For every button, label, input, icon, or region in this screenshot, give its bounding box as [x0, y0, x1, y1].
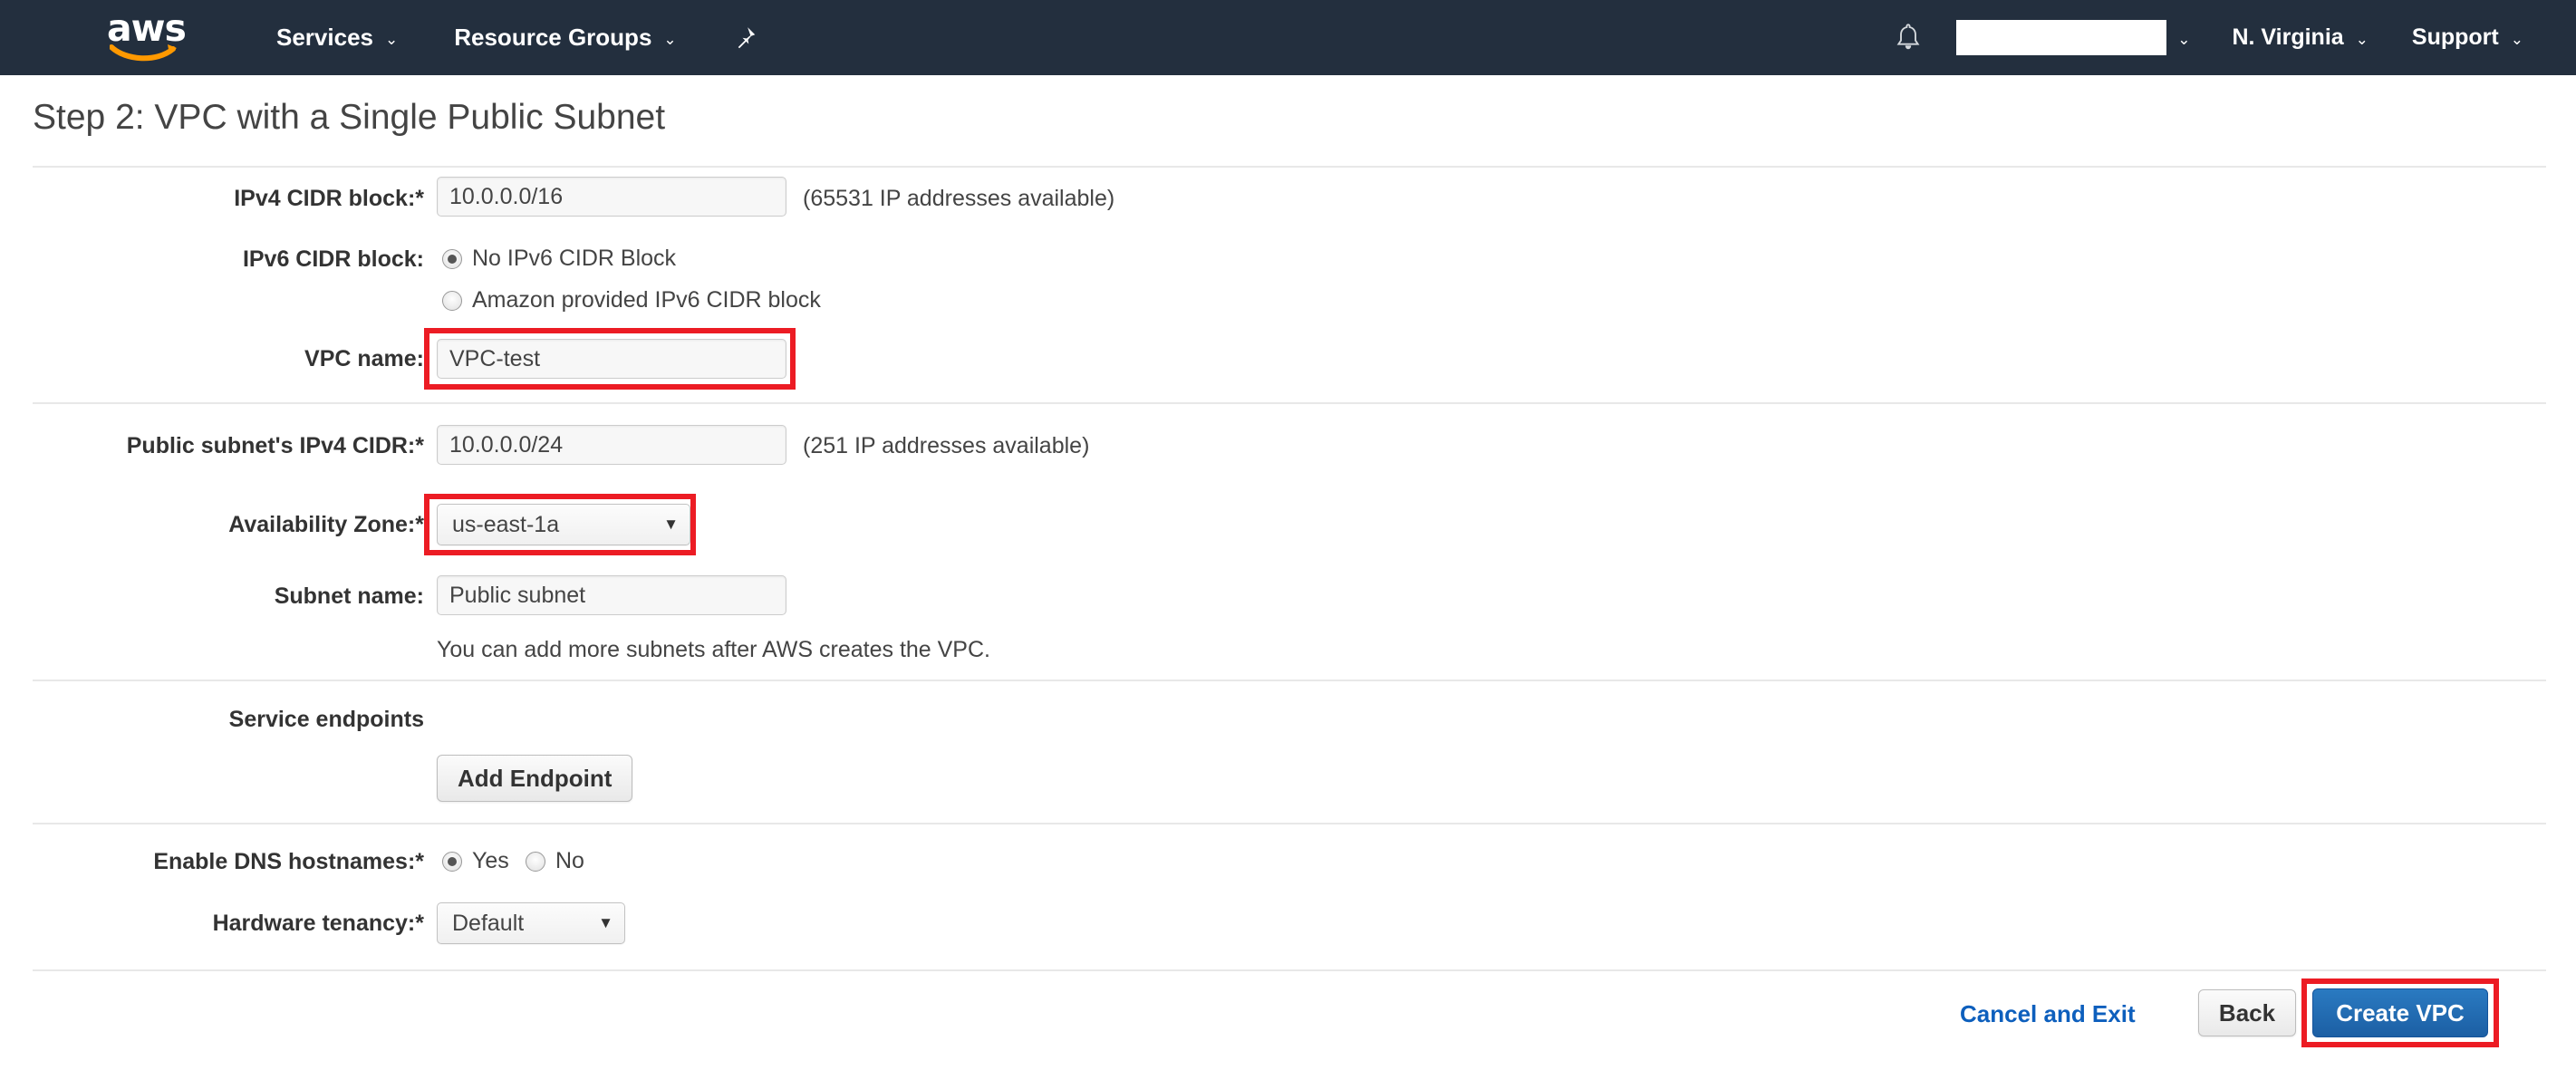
availability-zone-select[interactable]: us-east-1a ▼	[437, 504, 690, 545]
radio-dns-yes-label: Yes	[472, 848, 509, 873]
section-divider	[33, 680, 2546, 681]
add-endpoint-button[interactable]: Add Endpoint	[437, 755, 633, 802]
service-endpoints-heading: Service endpoints	[228, 707, 424, 732]
radio-ipv6-amazon[interactable]	[442, 290, 462, 311]
ipv6-option-amazon[interactable]: Amazon provided IPv6 CIDR block	[442, 287, 821, 313]
radio-ipv6-none[interactable]	[442, 248, 462, 269]
chevron-down-icon: ⌄	[663, 30, 677, 48]
ipv6-cidr-label: IPv6 CIDR block:	[242, 246, 424, 272]
chevron-down-icon: ⌄	[2510, 30, 2523, 48]
dns-hostnames-no[interactable]: No	[526, 848, 584, 874]
chevron-down-icon: ⌄	[384, 30, 399, 48]
top-navigation-bar: aws Services ⌄ Resource Groups ⌄ ⌄ N. Vi…	[0, 0, 2576, 75]
nav-services-label: Services	[276, 24, 373, 51]
radio-dns-no-label: No	[555, 848, 584, 873]
vpc-name-label: VPC name:	[304, 346, 424, 371]
pushpin-icon[interactable]	[729, 23, 760, 53]
subnet-name-label: Subnet name:	[274, 583, 424, 609]
dns-hostnames-label: Enable DNS hostnames:*	[153, 849, 424, 874]
vpc-name-input[interactable]: VPC-test	[437, 339, 786, 379]
section-divider	[33, 823, 2546, 824]
radio-ipv6-none-label: No IPv6 CIDR Block	[472, 246, 677, 271]
notifications-bell-icon[interactable]	[1890, 19, 1926, 57]
hardware-tenancy-select[interactable]: Default ▼	[437, 902, 625, 944]
public-subnet-cidr-input[interactable]: 10.0.0.0/24	[437, 425, 786, 465]
aws-logo-smile-icon	[110, 43, 180, 63]
create-vpc-button[interactable]: Create VPC	[2312, 988, 2488, 1037]
section-divider	[33, 402, 2546, 404]
nav-resource-groups-label: Resource Groups	[454, 24, 652, 51]
aws-logo[interactable]: aws	[107, 5, 190, 63]
radio-ipv6-amazon-label: Amazon provided IPv6 CIDR block	[472, 287, 821, 313]
chevron-down-icon: ⌄	[2355, 30, 2369, 48]
nav-region-selector[interactable]: N. Virginia ⌄	[2232, 0, 2368, 75]
ipv4-cidr-hint: (65531 IP addresses available)	[803, 186, 1115, 211]
nav-resource-groups[interactable]: Resource Groups ⌄	[454, 0, 676, 75]
nav-region-label: N. Virginia	[2232, 24, 2344, 50]
section-divider	[33, 969, 2546, 971]
account-menu-button[interactable]	[1956, 20, 2167, 55]
nav-right-group: ⌄ N. Virginia ⌄ Support ⌄	[1890, 0, 2576, 75]
subnet-name-input[interactable]: Public subnet	[437, 575, 786, 615]
availability-zone-value: us-east-1a	[452, 511, 560, 537]
hardware-tenancy-value: Default	[452, 910, 525, 936]
back-button[interactable]: Back	[2198, 989, 2296, 1036]
chevron-down-icon: ▼	[598, 914, 613, 931]
hardware-tenancy-label: Hardware tenancy:*	[212, 911, 424, 936]
page-title: Step 2: VPC with a Single Public Subnet	[33, 98, 666, 137]
public-subnet-cidr-label: Public subnet's IPv4 CIDR:*	[126, 433, 424, 458]
chevron-down-icon[interactable]: ⌄	[2177, 31, 2190, 49]
nav-support-label: Support	[2411, 24, 2499, 50]
ipv4-cidr-label: IPv4 CIDR block:*	[234, 186, 424, 211]
section-divider	[33, 166, 2546, 168]
dns-hostnames-yes[interactable]: Yes	[442, 848, 509, 874]
aws-logo-text: aws	[107, 5, 187, 50]
nav-support-menu[interactable]: Support ⌄	[2412, 0, 2523, 75]
radio-dns-no[interactable]	[526, 851, 545, 872]
radio-dns-yes[interactable]	[442, 851, 462, 872]
availability-zone-label: Availability Zone:*	[228, 512, 424, 537]
cancel-and-exit-link[interactable]: Cancel and Exit	[1960, 1000, 2136, 1028]
nav-services[interactable]: Services ⌄	[276, 0, 398, 75]
ipv6-option-none[interactable]: No IPv6 CIDR Block	[442, 246, 676, 272]
subnet-note: You can add more subnets after AWS creat…	[437, 637, 990, 662]
public-subnet-cidr-hint: (251 IP addresses available)	[803, 433, 1090, 458]
ipv4-cidr-input[interactable]: 10.0.0.0/16	[437, 177, 786, 217]
chevron-down-icon: ▼	[663, 516, 679, 533]
